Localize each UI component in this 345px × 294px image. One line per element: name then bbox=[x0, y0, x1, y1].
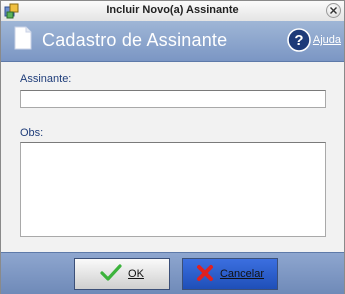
form-area: Assinante: Obs: bbox=[1, 62, 344, 252]
obs-textarea[interactable] bbox=[20, 142, 326, 237]
ok-label: OK bbox=[128, 268, 144, 280]
obs-label: Obs: bbox=[20, 127, 44, 139]
help-icon: ? bbox=[287, 28, 311, 52]
help-button[interactable]: ? Ajuda bbox=[287, 27, 341, 53]
help-label[interactable]: Ajuda bbox=[313, 34, 341, 46]
window-title: Incluir Novo(a) Assinante bbox=[106, 4, 239, 16]
cancel-button[interactable]: Cancelar bbox=[182, 258, 278, 290]
page-title: Cadastro de Assinante bbox=[42, 30, 228, 50]
dialog-header: Cadastro de Assinante ? Ajuda bbox=[1, 21, 344, 62]
svg-text:?: ? bbox=[294, 32, 303, 49]
checkmark-icon bbox=[100, 263, 122, 285]
ok-button[interactable]: OK bbox=[74, 258, 170, 290]
dialog-window: Incluir Novo(a) Assinante Cadastro de As… bbox=[0, 0, 345, 294]
close-button[interactable] bbox=[326, 3, 341, 18]
dialog-footer: OK Cancelar bbox=[1, 252, 344, 294]
title-bar[interactable]: Incluir Novo(a) Assinante bbox=[1, 1, 344, 22]
close-icon bbox=[330, 7, 337, 14]
document-icon bbox=[14, 26, 32, 54]
cancel-label: Cancelar bbox=[219, 268, 265, 280]
assinante-input[interactable] bbox=[20, 90, 326, 108]
assinante-label: Assinante: bbox=[20, 73, 72, 85]
x-icon bbox=[196, 264, 214, 285]
